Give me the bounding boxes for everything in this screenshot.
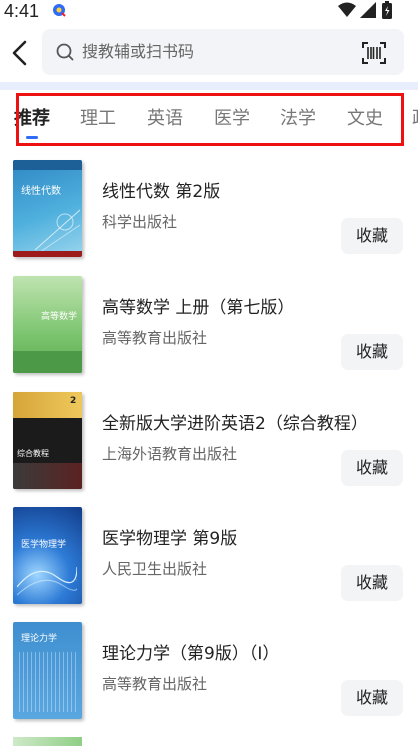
book-publisher: 人民卫生出版社: [102, 560, 208, 578]
book-cover-image-partial: [13, 737, 82, 746]
favorite-button[interactable]: 收藏: [341, 450, 403, 486]
book-title[interactable]: 全新版大学进阶英语2（综合教程）: [102, 412, 368, 436]
search-bar[interactable]: 搜教辅或扫书码: [42, 29, 404, 75]
book-publisher: 科学出版社: [102, 213, 178, 231]
book-cover-title: 线性代数: [21, 186, 61, 197]
status-time: 4:41: [4, 1, 40, 21]
tab-recommended[interactable]: 推荐: [14, 107, 50, 131]
search-icon: [56, 43, 74, 61]
notification-icon: [53, 4, 66, 17]
favorite-button[interactable]: 收藏: [341, 218, 403, 254]
battery-icon: [382, 1, 392, 19]
active-tab-indicator: [26, 136, 38, 139]
favorite-button[interactable]: 收藏: [341, 680, 403, 716]
book-item[interactable]: 理论力学 理论力学（第9版）（I） 高等教育出版社 收藏: [0, 622, 418, 734]
book-cover-image: 线性代数: [13, 160, 82, 257]
wifi-icon: [338, 2, 356, 17]
header-divider: [0, 82, 418, 90]
cover-volume-number: 2: [70, 396, 77, 406]
book-item[interactable]: 2 综合教程 全新版大学进阶英语2（综合教程） 上海外语教育出版社 收藏: [0, 392, 418, 504]
cover-graphic: [17, 566, 77, 596]
book-cover-image: 医学物理学: [13, 507, 82, 604]
book-cover-title: 理论力学: [21, 634, 58, 644]
tab-science-engineering[interactable]: 理工: [80, 107, 116, 131]
tab-english[interactable]: 英语: [147, 107, 183, 131]
signal-icon: [360, 2, 376, 18]
book-publisher: 高等教育出版社: [102, 675, 208, 693]
book-cover-title: 高等数学: [41, 312, 78, 322]
book-publisher: 上海外语教育出版社: [102, 445, 238, 463]
book-cover-title: 医学物理学: [21, 540, 67, 550]
book-title[interactable]: 线性代数 第2版: [102, 180, 220, 204]
category-tabs: 推荐 理工 英语 医学 法学 文史 政: [0, 96, 418, 144]
book-cover-image: 理论力学: [13, 622, 82, 719]
tab-medicine[interactable]: 医学: [214, 107, 250, 131]
book-title[interactable]: 医学物理学 第9版: [102, 527, 237, 551]
book-title[interactable]: 理论力学（第9版）（I）: [102, 642, 279, 666]
back-icon[interactable]: [8, 38, 32, 68]
book-cover-image: 高等数学: [13, 276, 82, 373]
book-item[interactable]: 高等数学 高等数学 上册（第七版） 高等教育出版社 收藏: [0, 276, 418, 388]
status-bar: 4:41: [0, 0, 418, 24]
favorite-button[interactable]: 收藏: [341, 565, 403, 601]
search-placeholder[interactable]: 搜教辅或扫书码: [82, 41, 194, 63]
book-cover-image: 2 综合教程: [13, 392, 82, 489]
cover-graphic: [35, 209, 80, 252]
scan-code-icon[interactable]: [362, 41, 386, 65]
book-cover-title: 综合教程: [17, 449, 49, 458]
book-item[interactable]: 医学物理学 医学物理学 第9版 人民卫生出版社 收藏: [0, 507, 418, 619]
book-item[interactable]: 线性代数 线性代数 第2版 科学出版社 收藏: [0, 160, 418, 272]
tab-politics[interactable]: 政: [412, 107, 418, 131]
favorite-button[interactable]: 收藏: [341, 334, 403, 370]
book-title[interactable]: 高等数学 上册（第七版）: [102, 296, 294, 320]
tab-law[interactable]: 法学: [280, 107, 316, 131]
app-screen: 4:41 搜教辅或扫书码 推荐 理工 英语 医学 法学 文史 线性代数 线性代数…: [0, 0, 418, 746]
tab-humanities[interactable]: 文史: [347, 107, 383, 131]
book-publisher: 高等教育出版社: [102, 329, 208, 347]
